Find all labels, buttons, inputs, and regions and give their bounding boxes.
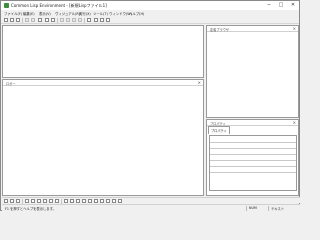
pause-icon[interactable] — [76, 199, 80, 203]
browser-pane-title: 定義ブラウザ — [210, 28, 230, 32]
new-file-icon[interactable] — [4, 18, 8, 22]
help-icon[interactable] — [94, 18, 98, 22]
reset-icon[interactable] — [82, 199, 86, 203]
print-icon[interactable] — [38, 18, 42, 22]
output-pane-title: ロガー — [6, 82, 16, 86]
breakpoint-icon[interactable] — [25, 199, 29, 203]
grid-row-line — [210, 154, 296, 155]
variable-icon[interactable] — [106, 199, 110, 203]
copy-icon[interactable] — [31, 18, 35, 22]
evaluate-icon[interactable] — [55, 199, 59, 203]
watch-icon[interactable] — [31, 199, 35, 203]
undo-icon[interactable] — [60, 18, 64, 22]
property-grid[interactable] — [209, 135, 297, 191]
title-bar: Common Lisp Environment - [新規Lispファイル1] … — [1, 1, 299, 10]
minimize-button[interactable]: − — [265, 2, 273, 9]
status-bar: F1 を押すとヘルプを表示します。 NUM テキスト — [2, 204, 300, 211]
grid-row-line — [210, 166, 296, 167]
close-icon[interactable]: × — [293, 26, 296, 31]
grid-row-line — [210, 160, 296, 161]
window-title: Common Lisp Environment - [新規Lispファイル1] — [11, 3, 107, 8]
lightbulb-icon[interactable] — [100, 18, 104, 22]
definition-browser-pane[interactable]: 定義ブラウザ × — [206, 25, 299, 118]
redo-icon[interactable] — [66, 18, 70, 22]
main-toolbar — [1, 16, 299, 24]
stack-icon[interactable] — [37, 199, 41, 203]
source-editor-pane[interactable] — [2, 25, 204, 78]
grid-row-line — [210, 142, 296, 143]
cut-icon[interactable] — [25, 18, 29, 22]
settings-gear-icon[interactable] — [87, 18, 91, 22]
paste-icon[interactable] — [45, 18, 49, 22]
toolbar-separator — [84, 18, 85, 23]
maximize-button[interactable]: □ — [277, 2, 285, 9]
close-button[interactable]: ✕ — [289, 2, 297, 9]
status-message: F1 を押すとヘルプを表示します。 — [5, 207, 56, 211]
inspect-icon[interactable] — [43, 199, 47, 203]
bottom-toolbar — [2, 197, 300, 204]
step-into-icon[interactable] — [4, 199, 8, 203]
properties-selector-tab[interactable]: プロパティ — [208, 126, 230, 134]
run-icon[interactable] — [64, 199, 68, 203]
method-icon[interactable] — [118, 199, 122, 203]
outdent-icon[interactable] — [78, 18, 82, 22]
close-icon[interactable]: × — [293, 120, 296, 125]
browser-pane-header: 定義ブラウザ × — [207, 26, 298, 32]
step-out-icon[interactable] — [16, 199, 20, 203]
macro-icon[interactable] — [112, 199, 116, 203]
indent-icon[interactable] — [72, 18, 76, 22]
grid-row-line — [210, 172, 296, 173]
app-window: Common Lisp Environment - [新規Lispファイル1] … — [0, 0, 300, 211]
save-icon[interactable] — [16, 18, 20, 22]
class-icon[interactable] — [94, 199, 98, 203]
toolbar-separator — [57, 18, 58, 23]
trace-icon[interactable] — [49, 199, 53, 203]
mode-indicator: テキスト — [268, 206, 301, 211]
package-icon[interactable] — [88, 199, 92, 203]
query-icon[interactable] — [106, 18, 110, 22]
function-icon[interactable] — [100, 199, 104, 203]
find-icon[interactable] — [51, 18, 55, 22]
stop-icon[interactable] — [70, 199, 74, 203]
close-icon[interactable]: × — [198, 80, 201, 85]
grid-row-line — [210, 148, 296, 149]
app-icon — [4, 3, 9, 8]
step-over-icon[interactable] — [10, 199, 14, 203]
toolbar-separator — [22, 18, 23, 23]
open-folder-icon[interactable] — [10, 18, 14, 22]
output-pane-header: ロガー × — [3, 80, 203, 86]
output-pane[interactable]: ロガー × — [2, 79, 204, 196]
numlock-indicator: NUM — [246, 206, 269, 211]
